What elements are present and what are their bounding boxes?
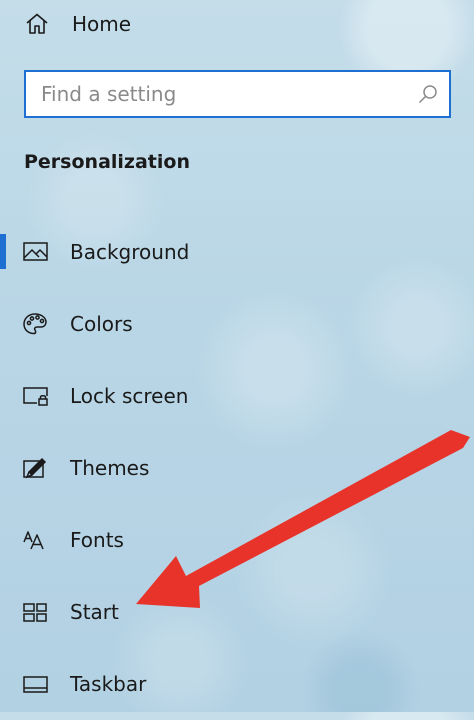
nav-item-background[interactable]: Background (0, 216, 474, 288)
nav-item-label: Lock screen (70, 384, 189, 408)
nav-item-label: Start (70, 600, 119, 624)
section-title: Personalization (24, 151, 190, 173)
nav-item-label: Taskbar (70, 672, 147, 696)
search-icon[interactable] (417, 83, 439, 105)
home-icon (25, 12, 49, 36)
search-input[interactable] (26, 72, 417, 116)
nav-item-taskbar[interactable]: Taskbar (0, 648, 474, 720)
start-icon (22, 600, 50, 624)
fonts-icon (22, 528, 50, 552)
nav-item-fonts[interactable]: Fonts (0, 504, 474, 576)
nav-item-lock-screen[interactable]: Lock screen (0, 360, 474, 432)
nav-item-themes[interactable]: Themes (0, 432, 474, 504)
nav-item-label: Colors (70, 312, 133, 336)
palette-icon (22, 312, 50, 336)
nav-item-label: Fonts (70, 528, 124, 552)
selected-indicator (0, 234, 6, 269)
personalization-nav: Background Colors Lock screen Themes Fon… (0, 216, 474, 720)
home-label: Home (72, 12, 132, 36)
nav-item-start[interactable]: Start (0, 576, 474, 648)
background-image-icon (22, 240, 50, 264)
nav-item-colors[interactable]: Colors (0, 288, 474, 360)
nav-item-label: Background (70, 240, 190, 264)
home-nav-item[interactable]: Home (25, 8, 131, 40)
nav-item-label: Themes (70, 456, 150, 480)
lock-screen-icon (22, 384, 50, 408)
taskbar-icon (22, 672, 50, 696)
search-box[interactable] (24, 70, 451, 118)
themes-icon (22, 456, 50, 480)
